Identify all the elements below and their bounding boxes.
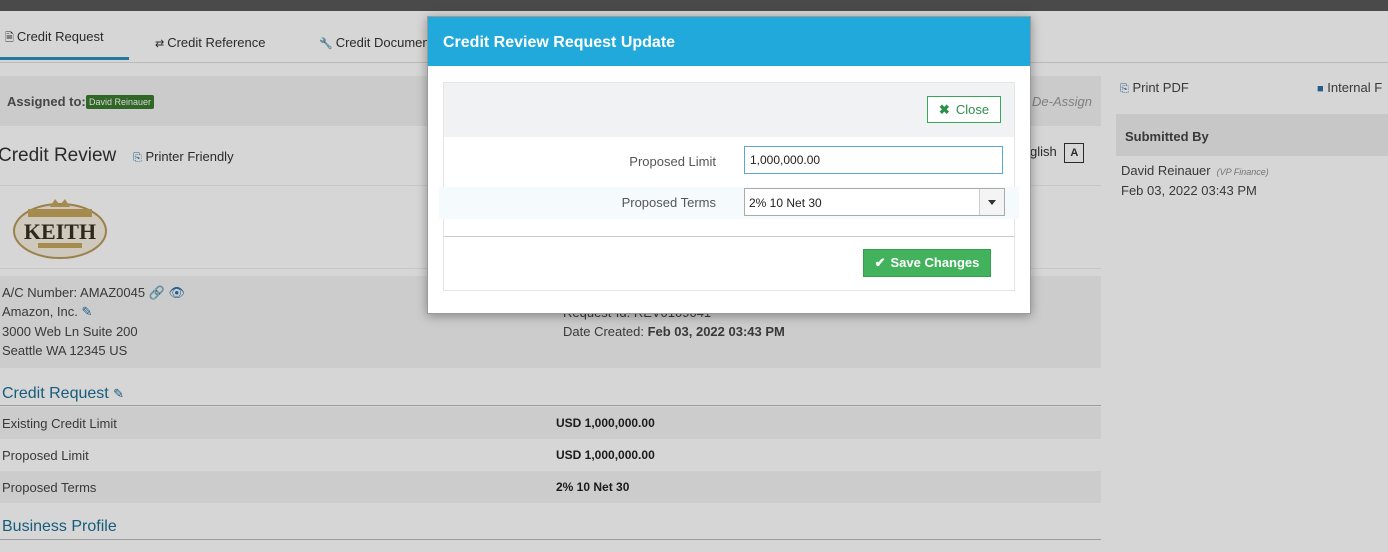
divider	[444, 236, 1014, 237]
chevron-down-icon[interactable]	[979, 189, 1004, 215]
close-icon: ✖	[938, 101, 950, 117]
top-bar	[0, 0, 1388, 11]
close-label: Close	[955, 101, 990, 117]
proposed-limit-row: Proposed Limit	[444, 146, 1014, 178]
proposed-terms-row: Proposed Terms 2% 10 Net 30	[439, 187, 1019, 219]
panel-header: ✖ Close	[444, 83, 1014, 137]
modal-title: Credit Review Request Update	[443, 34, 676, 51]
save-label: Save Changes	[890, 255, 980, 270]
selected-value: 2% 10 Net 30	[749, 196, 822, 210]
check-icon: ✔	[874, 255, 886, 270]
proposed-limit-input[interactable]	[744, 146, 1003, 174]
proposed-terms-select[interactable]: 2% 10 Net 30	[744, 188, 1005, 216]
modal-panel: ✖ Close Proposed Limit Proposed Terms 2% …	[439, 82, 1019, 291]
save-changes-button[interactable]: ✔ Save Changes	[863, 249, 991, 277]
close-button[interactable]: ✖ Close	[927, 96, 1001, 123]
credit-review-modal: Credit Review Request Update ✖ Close Prop…	[427, 16, 1031, 314]
proposed-terms-label: Proposed Terms	[621, 195, 716, 210]
modal-header: Credit Review Request Update	[428, 17, 1030, 66]
proposed-limit-label: Proposed Limit	[629, 154, 716, 169]
